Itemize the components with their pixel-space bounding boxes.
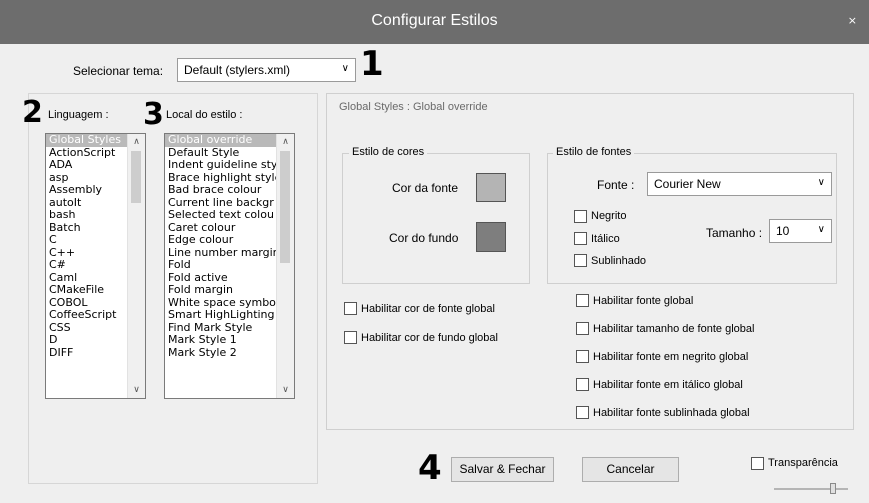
title-bar: Configurar Estilos ×: [0, 0, 869, 44]
enable-global-bg-checkbox[interactable]: [344, 331, 357, 344]
chevron-down-icon: ∨: [341, 63, 349, 74]
font-label: Fonte :: [597, 178, 635, 192]
style-list-item[interactable]: Selected text colou: [165, 209, 294, 222]
style-list-item[interactable]: White space symbo: [165, 297, 294, 310]
callout-number-1: 1: [360, 44, 384, 84]
style-list-item[interactable]: Caret colour: [165, 222, 294, 235]
style-label: Local do estilo :: [166, 109, 243, 121]
style-list-item[interactable]: Fold active: [165, 272, 294, 285]
font-size-label: Tamanho :: [706, 226, 763, 240]
style-list-item[interactable]: Default Style: [165, 147, 294, 160]
enable-global-italic-label: Habilitar fonte em itálico global: [593, 379, 743, 391]
chevron-down-icon: ∨: [817, 224, 825, 235]
style-list-item[interactable]: Mark Style 2: [165, 347, 294, 360]
bold-checkbox[interactable]: [574, 210, 587, 223]
save-close-button[interactable]: Salvar & Fechar: [451, 457, 554, 482]
language-listbox[interactable]: Global Styles ActionScript ADA asp Assembly a…: [45, 133, 146, 399]
theme-select-value: Default (stylers.xml): [184, 63, 291, 77]
enable-global-underline-label: Habilitar fonte sublinhada global: [593, 407, 750, 419]
underline-label: Sublinhado: [591, 255, 647, 267]
foreground-color-swatch[interactable]: [476, 173, 506, 202]
scroll-up-icon[interactable]: ∧: [277, 134, 294, 150]
transparency-checkbox[interactable]: [751, 457, 764, 470]
style-list-item[interactable]: Brace highlight style: [165, 172, 294, 185]
enable-global-size-label: Habilitar tamanho de fonte global: [593, 323, 755, 335]
enable-global-bold-label: Habilitar fonte em negrito global: [593, 351, 749, 363]
scrollbar-thumb[interactable]: [280, 151, 290, 263]
style-scrollbar[interactable]: ∧ ∨: [276, 134, 294, 398]
foreground-color-label: Cor da fonte: [392, 181, 459, 195]
transparency-slider-thumb[interactable]: [830, 483, 837, 494]
enable-global-font-label: Habilitar fonte global: [593, 295, 694, 307]
font-style-legend: Estilo de fontes: [553, 146, 635, 158]
enable-global-bold-checkbox[interactable]: [576, 350, 589, 363]
italic-checkbox[interactable]: [574, 232, 587, 245]
theme-select[interactable]: Default (stylers.xml) ∨: [177, 58, 356, 82]
callout-number-4: 4: [418, 448, 442, 488]
transparency-slider-track[interactable]: [774, 488, 848, 490]
underline-checkbox[interactable]: [574, 254, 587, 267]
configure-styles-dialog: Configurar Estilos × Selecionar tema: De…: [0, 0, 869, 503]
scrollbar-thumb[interactable]: [131, 151, 141, 203]
style-list-item[interactable]: Edge colour: [165, 234, 294, 247]
bold-label: Negrito: [591, 210, 627, 222]
cancel-button[interactable]: Cancelar: [582, 457, 679, 482]
enable-global-font-checkbox[interactable]: [576, 294, 589, 307]
chevron-down-icon: ∨: [817, 177, 825, 188]
style-list-item[interactable]: Current line backgr: [165, 197, 294, 210]
panel-title: Global Styles : Global override: [339, 101, 488, 113]
close-icon[interactable]: ×: [848, 14, 857, 27]
transparency-label: Transparência: [768, 457, 838, 469]
language-label: Linguagem :: [48, 109, 109, 121]
scroll-down-icon[interactable]: ∨: [128, 382, 145, 398]
style-list-item[interactable]: Fold: [165, 259, 294, 272]
enable-global-underline-checkbox[interactable]: [576, 406, 589, 419]
style-list-item[interactable]: Find Mark Style: [165, 322, 294, 335]
font-size-value: 10: [776, 224, 790, 238]
style-items: Global override Default Style Indent guide…: [165, 134, 294, 359]
style-listbox[interactable]: Global override Default Style Indent guide…: [164, 133, 295, 399]
enable-global-bg-label: Habilitar cor de fundo global: [361, 332, 498, 344]
background-color-label: Cor do fundo: [389, 231, 459, 245]
style-list-item[interactable]: Bad brace colour: [165, 184, 294, 197]
language-scrollbar[interactable]: ∧ ∨: [127, 134, 145, 398]
font-select-value: Courier New: [654, 177, 721, 191]
style-list-item[interactable]: Global override: [165, 134, 294, 147]
style-list-item[interactable]: Fold margin: [165, 284, 294, 297]
font-size-select[interactable]: 10 ∨: [769, 219, 832, 243]
style-list-item[interactable]: Smart HighLighting: [165, 309, 294, 322]
scroll-up-icon[interactable]: ∧: [128, 134, 145, 150]
style-list-item[interactable]: Indent guideline sty: [165, 159, 294, 172]
enable-global-fg-checkbox[interactable]: [344, 302, 357, 315]
callout-number-2: 2: [22, 95, 43, 130]
enable-global-size-checkbox[interactable]: [576, 322, 589, 335]
style-list-item[interactable]: Mark Style 1: [165, 334, 294, 347]
color-style-legend: Estilo de cores: [349, 146, 428, 158]
enable-global-fg-label: Habilitar cor de fonte global: [361, 303, 495, 315]
callout-number-3: 3: [143, 97, 164, 132]
window-title: Configurar Estilos: [371, 12, 498, 29]
style-list-item[interactable]: Line number margin: [165, 247, 294, 260]
font-select[interactable]: Courier New ∨: [647, 172, 832, 196]
enable-global-italic-checkbox[interactable]: [576, 378, 589, 391]
scroll-down-icon[interactable]: ∨: [277, 382, 294, 398]
background-color-swatch[interactable]: [476, 222, 506, 252]
italic-label: Itálico: [591, 233, 620, 245]
theme-label: Selecionar tema:: [73, 64, 164, 78]
